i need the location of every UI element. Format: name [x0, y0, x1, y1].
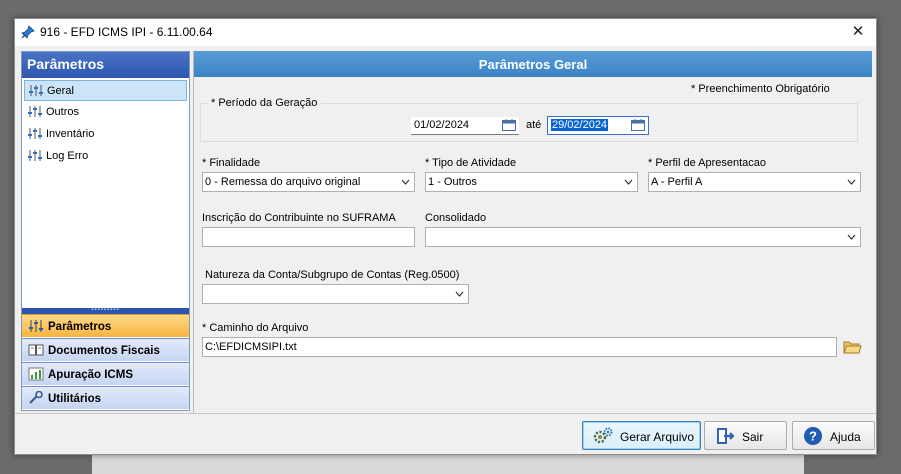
- tree-item-label: Inventário: [46, 128, 95, 140]
- tipo-atividade-value: 1 - Outros: [428, 176, 477, 188]
- start-date-value: 01/02/2024: [414, 119, 470, 131]
- chevron-down-icon: [847, 179, 856, 185]
- chevron-down-icon: [624, 179, 633, 185]
- form-title: Parâmetros Geral: [194, 51, 872, 77]
- sair-label: Sair: [742, 430, 764, 444]
- sliders-icon: [29, 85, 43, 96]
- periodo-legend: * Período da Geração: [207, 97, 322, 109]
- date-separator: até: [526, 119, 542, 131]
- svg-text:?: ?: [809, 429, 817, 444]
- caminho-label: * Caminho do Arquivo: [202, 322, 309, 334]
- nav-panel-title: Parâmetros: [22, 52, 189, 78]
- nav-item-parametros[interactable]: Parâmetros: [22, 314, 189, 337]
- tree-item-log-erro[interactable]: Log Erro: [24, 146, 187, 167]
- tree-item-label: Outros: [46, 106, 80, 118]
- client-area: Parâmetros Geral Outros Inventário Log E…: [15, 46, 876, 454]
- main-window: 916 - EFD ICMS IPI - 6.11.00.64 ✕ Parâme…: [14, 18, 877, 455]
- sliders-icon: [28, 128, 42, 139]
- natureza-select[interactable]: [202, 284, 469, 304]
- gears-icon: [593, 427, 613, 444]
- close-button[interactable]: ✕: [841, 20, 875, 45]
- gerar-arquivo-button[interactable]: Gerar Arquivo: [582, 421, 701, 450]
- finalidade-select[interactable]: 0 - Remessa do arquivo original: [202, 172, 415, 192]
- end-date-field[interactable]: 29/02/2024: [547, 116, 649, 135]
- perfil-label: * Perfil de Apresentacao: [648, 157, 767, 169]
- exit-icon: [717, 428, 735, 444]
- sair-button[interactable]: Sair: [704, 421, 787, 450]
- parameters-tree: Geral Outros Inventário Log Erro: [22, 78, 189, 308]
- natureza-label: Natureza da Conta/Subgrupo de Contas (Re…: [205, 269, 460, 281]
- required-note: * Preenchimento Obrigatório: [691, 83, 830, 95]
- parameters-form: Parâmetros Geral * Preenchimento Obrigat…: [193, 51, 872, 414]
- perfil-value: A - Perfil A: [651, 176, 703, 188]
- nav-item-documentos-fiscais[interactable]: Documentos Fiscais: [22, 338, 189, 361]
- ajuda-label: Ajuda: [830, 430, 861, 444]
- tree-item-inventario[interactable]: Inventário: [24, 124, 187, 145]
- nav-item-label: Apuração ICMS: [48, 369, 133, 381]
- book-icon: [28, 344, 44, 356]
- calendar-icon[interactable]: [631, 119, 645, 131]
- tipo-atividade-select[interactable]: 1 - Outros: [425, 172, 638, 192]
- tree-item-geral[interactable]: Geral: [24, 80, 187, 101]
- end-date-value: 29/02/2024: [551, 119, 609, 131]
- sliders-icon: [28, 106, 42, 117]
- start-date-field[interactable]: 01/02/2024: [411, 117, 519, 135]
- gerar-arquivo-label: Gerar Arquivo: [620, 430, 695, 444]
- tree-item-label: Log Erro: [46, 150, 89, 162]
- finalidade-label: * Finalidade: [202, 157, 261, 169]
- chevron-down-icon: [455, 291, 464, 297]
- nav-item-utilitarios[interactable]: Utilitários: [22, 386, 189, 409]
- chart-icon: [28, 367, 44, 381]
- periodo-group: * Período da Geração 01/02/2024 até 29/0…: [200, 97, 858, 142]
- wrench-icon: [29, 391, 43, 404]
- tree-item-outros[interactable]: Outros: [24, 102, 187, 123]
- suframa-label: Inscrição do Contribuinte no SUFRAMA: [202, 212, 396, 224]
- nav-item-apuracao-icms[interactable]: Apuração ICMS: [22, 362, 189, 385]
- window-title: 916 - EFD ICMS IPI - 6.11.00.64: [40, 25, 213, 39]
- help-icon: ?: [804, 427, 822, 445]
- chevron-down-icon: [847, 234, 856, 240]
- tree-item-label: Geral: [47, 85, 74, 97]
- perfil-select[interactable]: A - Perfil A: [648, 172, 861, 192]
- action-bar: Gerar Arquivo Sair ? Ajuda: [15, 413, 876, 454]
- navigation-panel: Parâmetros Geral Outros Inventário Log E…: [21, 51, 190, 411]
- chevron-down-icon: [401, 179, 410, 185]
- consolidado-select[interactable]: [425, 227, 861, 247]
- nav-item-label: Utilitários: [48, 393, 102, 405]
- calendar-icon[interactable]: [502, 119, 516, 131]
- sliders-icon: [28, 150, 42, 161]
- desktop-background: [92, 455, 804, 474]
- suframa-input[interactable]: [202, 227, 415, 247]
- pin-icon: [21, 25, 35, 39]
- ajuda-button[interactable]: ? Ajuda: [792, 421, 875, 450]
- finalidade-value: 0 - Remessa do arquivo original: [205, 176, 361, 188]
- sliders-icon: [29, 320, 43, 332]
- consolidado-label: Consolidado: [425, 212, 487, 224]
- caminho-value: C:\EFDICMSIPI.txt: [205, 341, 297, 353]
- title-bar: 916 - EFD ICMS IPI - 6.11.00.64 ✕: [15, 19, 876, 46]
- nav-item-label: Documentos Fiscais: [48, 345, 160, 357]
- folder-icon[interactable]: [842, 338, 862, 356]
- nav-item-label: Parâmetros: [48, 321, 112, 333]
- caminho-input[interactable]: C:\EFDICMSIPI.txt: [202, 337, 837, 357]
- tipo-atividade-label: * Tipo de Atividade: [425, 157, 517, 169]
